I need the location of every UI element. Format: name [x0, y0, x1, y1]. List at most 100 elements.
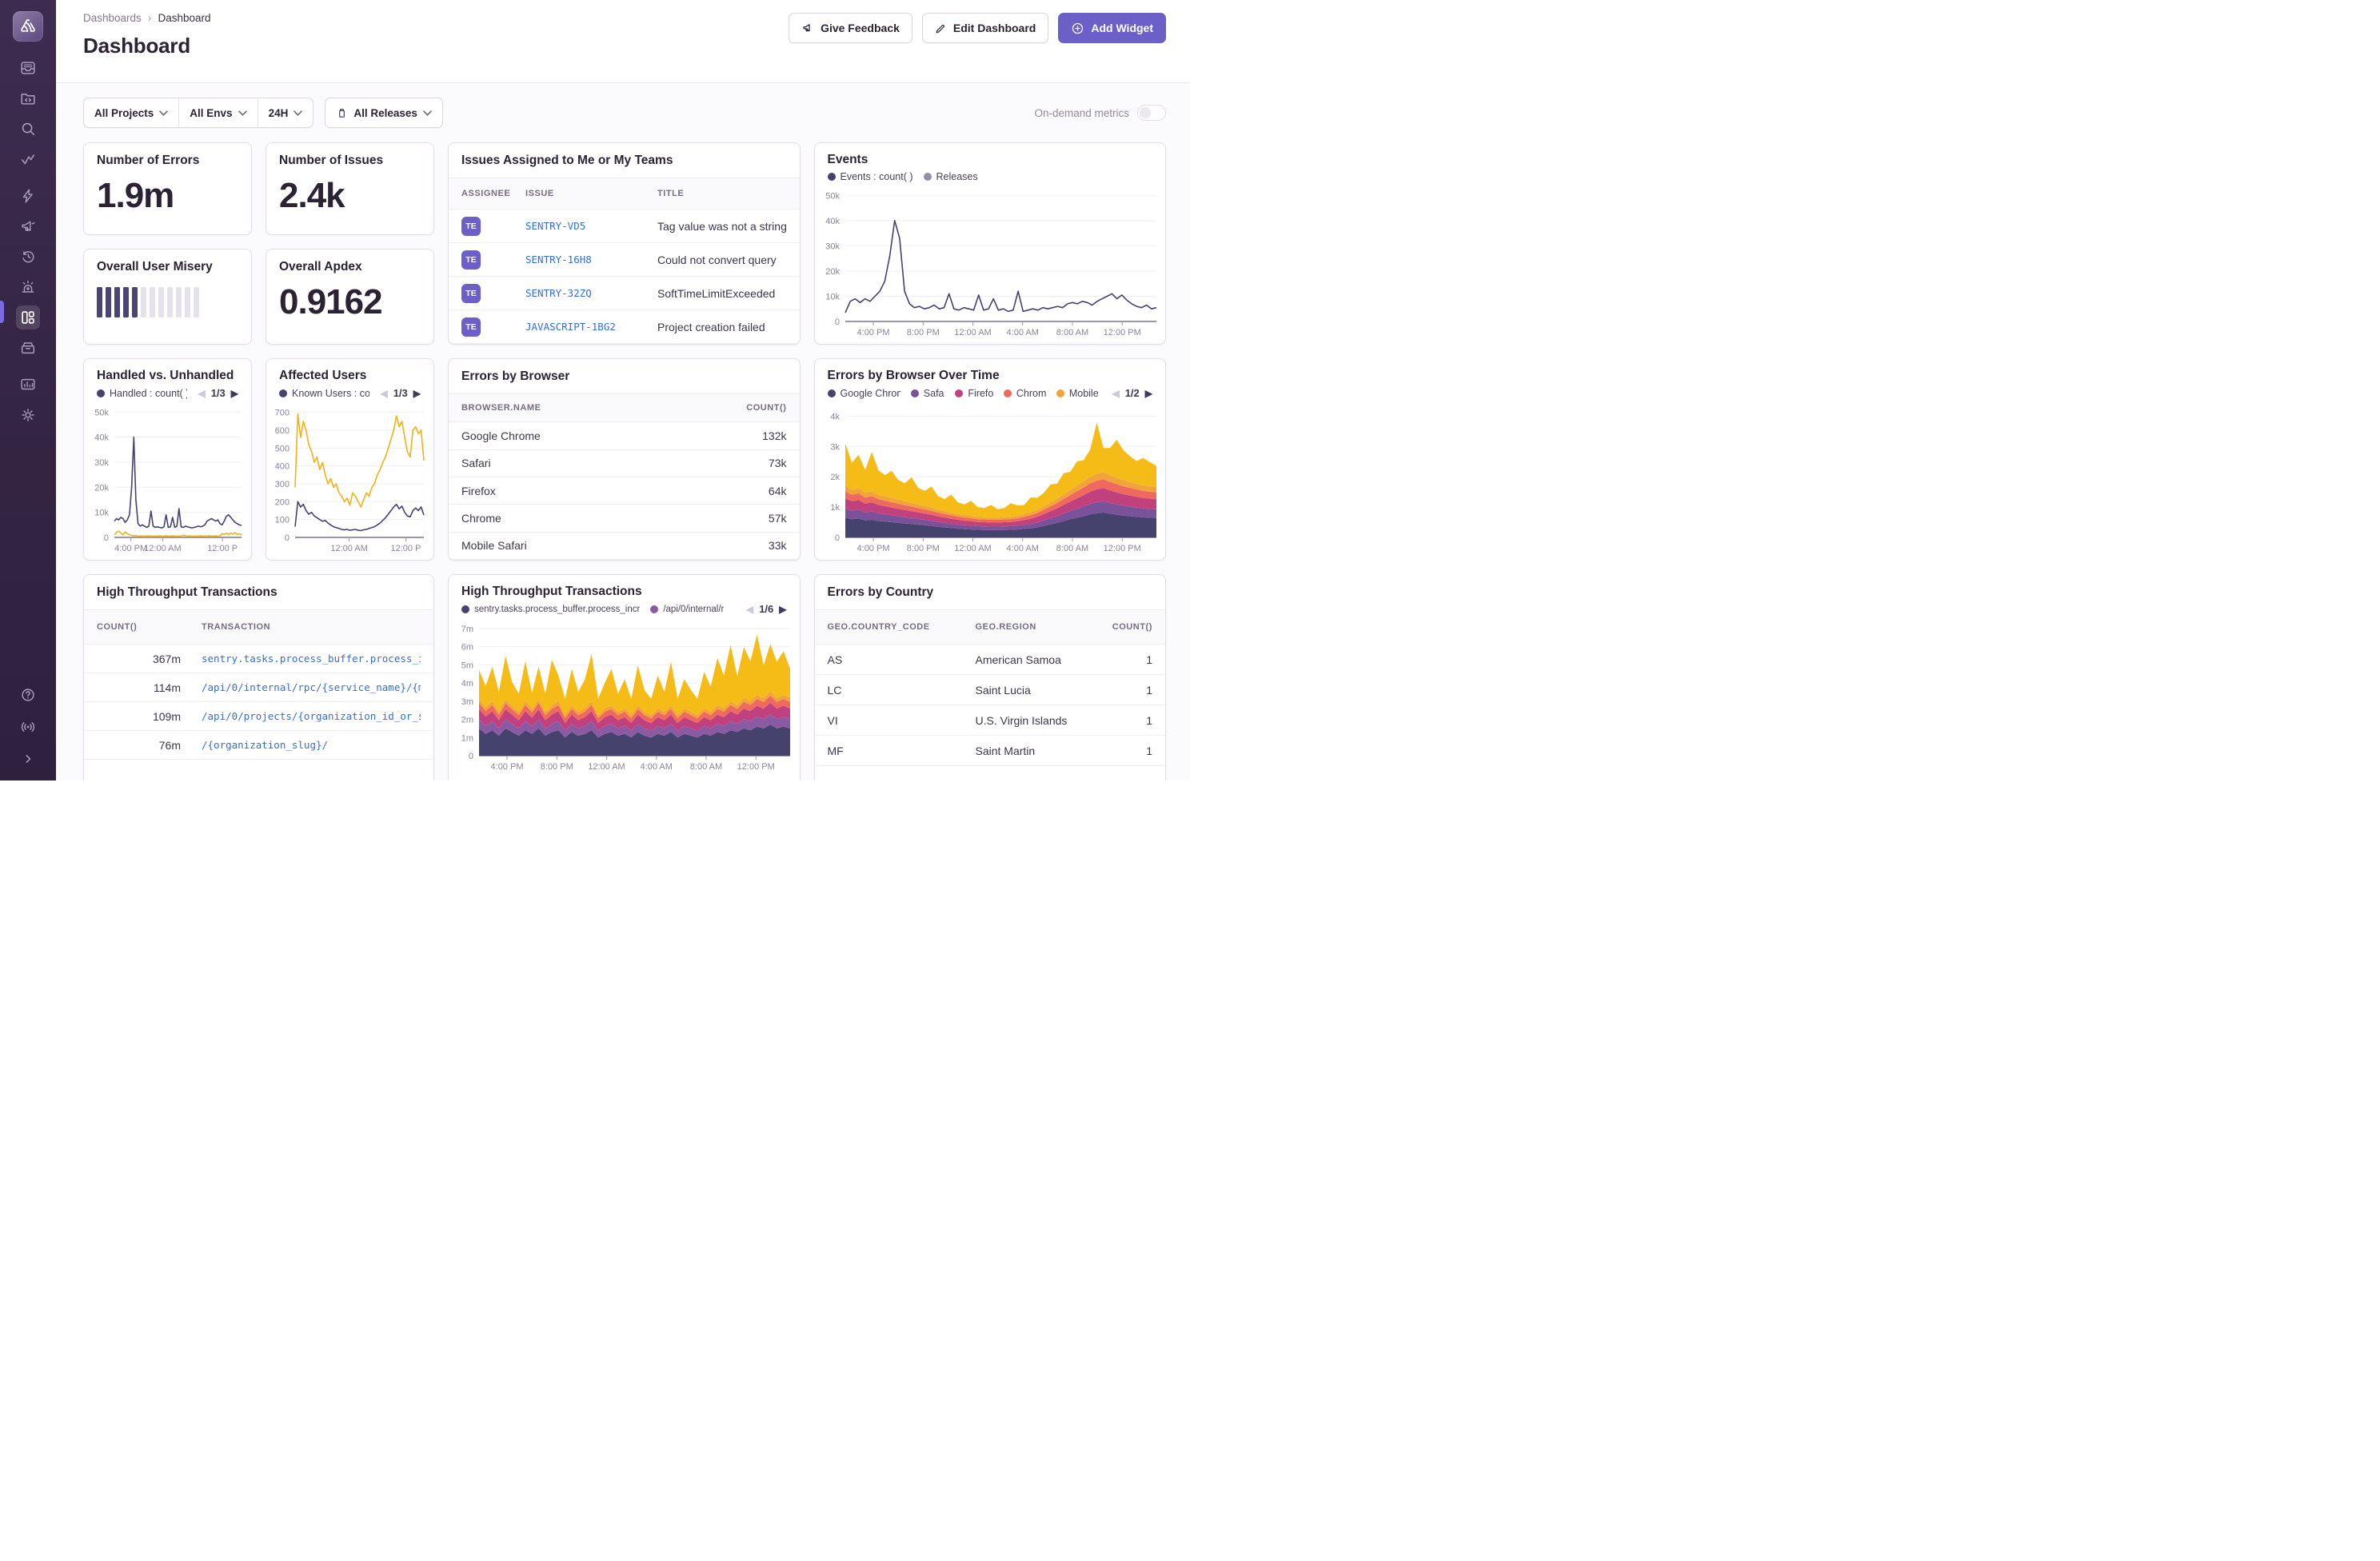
- sidebar-item-dashboards[interactable]: [16, 305, 40, 329]
- transaction-link[interactable]: /api/0/projects/{organization_id_or_slug…: [202, 710, 421, 722]
- svg-text:3k: 3k: [830, 442, 840, 452]
- sidebar-item-feedback[interactable]: [16, 214, 40, 238]
- country-code: MF: [828, 745, 976, 757]
- transaction-count: 109m: [97, 710, 181, 723]
- add-widget-button[interactable]: Add Widget: [1058, 13, 1166, 43]
- page-title: Dashboard: [83, 34, 211, 58]
- sidebar-item-alerts-lightning[interactable]: [16, 184, 40, 208]
- transaction-link[interactable]: /api/0/internal/rpc/{service_name}/{meth…: [202, 681, 421, 693]
- legend-item[interactable]: Known Users : cour: [279, 388, 369, 399]
- edit-dashboard-button[interactable]: Edit Dashboard: [922, 13, 1048, 43]
- throughput-stacked-chart[interactable]: 01m2m3m4m5m6m7m4:00 PM8:00 PM12:00 AM4:0…: [450, 617, 797, 773]
- sidebar: [0, 0, 56, 780]
- issue-link[interactable]: SENTRY-VD5: [525, 220, 657, 232]
- pager-next-icon[interactable]: ▶: [1145, 388, 1152, 399]
- legend-item[interactable]: Safari: [911, 388, 945, 399]
- projects-folder-icon: [19, 90, 37, 107]
- legend-dot: [279, 389, 287, 397]
- table-row: TE SENTRY-VD5 Tag value was not a string: [449, 210, 800, 243]
- table-row: Chrome 57k: [449, 505, 800, 532]
- country-count: 1: [1096, 653, 1152, 666]
- widget-title: Number of Issues: [279, 154, 421, 168]
- legend-label: Releases: [936, 171, 978, 182]
- pager-next-icon[interactable]: ▶: [231, 388, 238, 399]
- pager-prev-icon[interactable]: ◀: [1112, 388, 1119, 399]
- legend-label: Safari: [924, 388, 945, 399]
- legend-pager: ◀ 1/6 ▶: [746, 603, 787, 615]
- column-assignee: ASSIGNEE: [461, 189, 525, 198]
- pager-next-icon[interactable]: ▶: [413, 388, 421, 399]
- date-range-filter[interactable]: 24H: [258, 98, 313, 127]
- affected-users-line-chart[interactable]: 010020030040050060070012:00 AM12:00 P: [268, 401, 430, 555]
- legend-item[interactable]: Events : count( ): [828, 171, 913, 182]
- pager-prev-icon[interactable]: ◀: [198, 388, 205, 399]
- sidebar-item-replays[interactable]: [16, 245, 40, 269]
- svg-text:5m: 5m: [461, 661, 473, 670]
- sidebar-item-whats-new[interactable]: [16, 715, 40, 739]
- pager-next-icon[interactable]: ▶: [779, 604, 786, 615]
- legend-item[interactable]: sentry.tasks.process_buffer.process_incr: [461, 605, 640, 614]
- svg-text:8:00 PM: 8:00 PM: [906, 544, 939, 553]
- table-row: TE JAVASCRIPT-1BG2 Project creation fail…: [449, 310, 800, 344]
- breadcrumb-dashboards[interactable]: Dashboards: [83, 12, 142, 24]
- legend-item[interactable]: /api/0/internal/r: [650, 605, 724, 614]
- legend-item[interactable]: Mobile S: [1056, 388, 1102, 399]
- svg-text:4:00 AM: 4:00 AM: [1006, 328, 1038, 337]
- environment-filter[interactable]: All Envs: [178, 98, 257, 127]
- handled-line-chart[interactable]: 010k20k30k40k50k4:00 PM12:00 AM12:00 P: [86, 401, 248, 555]
- legend-item[interactable]: Google Chrome: [828, 388, 900, 399]
- svg-text:3m: 3m: [461, 697, 473, 707]
- header-actions: Give Feedback Edit Dashboard Add Widget: [789, 13, 1166, 82]
- sidebar-item-help[interactable]: [16, 683, 40, 707]
- pager-prev-icon[interactable]: ◀: [380, 388, 387, 399]
- svg-text:0: 0: [834, 533, 839, 543]
- give-feedback-button[interactable]: Give Feedback: [789, 13, 912, 43]
- chevron-down-icon: [423, 110, 432, 116]
- legend-item[interactable]: Firefox: [955, 388, 992, 399]
- svg-text:4:00 AM: 4:00 AM: [641, 762, 673, 772]
- legend-label: Google Chrome: [841, 388, 900, 399]
- legend-item[interactable]: Chrome: [1004, 388, 1046, 399]
- on-demand-metrics-toggle[interactable]: [1137, 105, 1166, 121]
- sidebar-collapse[interactable]: [16, 747, 40, 771]
- sentry-logo[interactable]: [13, 11, 43, 42]
- transaction-link[interactable]: /{organization_slug}/: [202, 739, 421, 751]
- archive-box-icon: [19, 339, 37, 357]
- issue-link[interactable]: JAVASCRIPT-1BG2: [525, 321, 657, 333]
- breadcrumb: Dashboards › Dashboard: [83, 11, 211, 24]
- pager-count: 1/6: [759, 603, 773, 615]
- pager-prev-icon[interactable]: ◀: [746, 604, 753, 615]
- transaction-link[interactable]: sentry.tasks.process_buffer.process_incr: [202, 653, 421, 665]
- sidebar-item-issues[interactable]: [16, 56, 40, 80]
- browser-name: Mobile Safari: [461, 539, 715, 552]
- legend-dot: [911, 389, 919, 397]
- sidebar-item-alerts-siren[interactable]: [16, 275, 40, 299]
- legend-item[interactable]: Handled : count( ): [97, 388, 187, 399]
- legend-item[interactable]: Releases: [924, 171, 978, 182]
- table-row: 109m /api/0/projects/{organization_id_or…: [84, 702, 433, 731]
- sidebar-item-settings[interactable]: [16, 403, 40, 427]
- on-demand-metrics: On-demand metrics: [1034, 105, 1166, 121]
- legend-dot: [828, 173, 836, 181]
- legend-dot: [97, 389, 105, 397]
- sidebar-item-performance[interactable]: [16, 147, 40, 171]
- events-line-chart[interactable]: 010k20k30k40k50k4:00 PM8:00 PM12:00 AM4:…: [817, 184, 1163, 339]
- browser-over-time-stacked-chart[interactable]: 01k2k3k4k4:00 PM8:00 PM12:00 AM4:00 AM8:…: [817, 401, 1163, 555]
- issue-link[interactable]: SENTRY-32ZQ: [525, 287, 657, 299]
- siren-icon: [19, 278, 37, 296]
- sidebar-item-stats[interactable]: [16, 373, 40, 397]
- widget-title: Affected Users: [279, 369, 421, 383]
- release-filter[interactable]: All Releases: [325, 98, 442, 127]
- widget-title: Overall User Misery: [97, 260, 238, 274]
- issue-link[interactable]: SENTRY-16H8: [525, 254, 657, 265]
- browser-name: Chrome: [461, 512, 715, 525]
- sidebar-item-search[interactable]: [16, 117, 40, 141]
- legend-pager: ◀1/3▶: [380, 387, 421, 399]
- filter-bar: All Projects All Envs 24H All Releases: [83, 98, 1166, 128]
- sidebar-item-releases[interactable]: [16, 336, 40, 360]
- country-code: AS: [828, 653, 976, 666]
- table-header: ASSIGNEE ISSUE TITLE: [449, 178, 800, 210]
- project-filter[interactable]: All Projects: [84, 98, 178, 127]
- legend-dot: [924, 173, 932, 181]
- sidebar-item-projects[interactable]: [16, 86, 40, 110]
